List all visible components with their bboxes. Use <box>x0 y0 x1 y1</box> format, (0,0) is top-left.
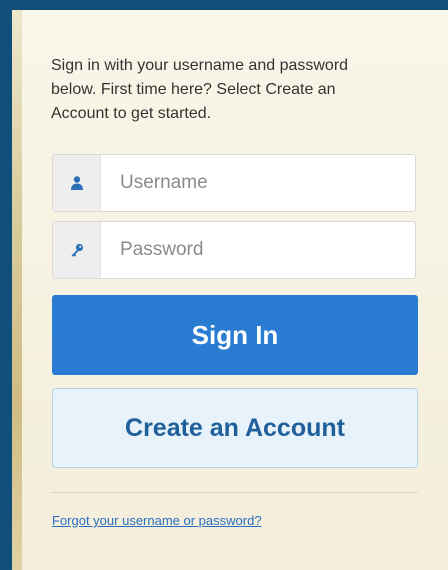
forgot-credentials-link[interactable]: Forgot your username or password? <box>52 513 262 528</box>
username-input[interactable] <box>118 171 402 195</box>
create-account-button[interactable]: Create an Account <box>52 388 418 468</box>
key-icon <box>53 222 101 278</box>
intro-text: Sign in with your username and password … <box>51 57 349 122</box>
sign-in-button[interactable]: Sign In <box>52 295 418 375</box>
username-field[interactable] <box>52 154 416 212</box>
divider <box>52 492 418 493</box>
login-card: Sign in with your username and password … <box>12 10 448 570</box>
user-icon <box>53 155 101 211</box>
password-input[interactable] <box>118 238 402 262</box>
password-field[interactable] <box>52 221 416 279</box>
